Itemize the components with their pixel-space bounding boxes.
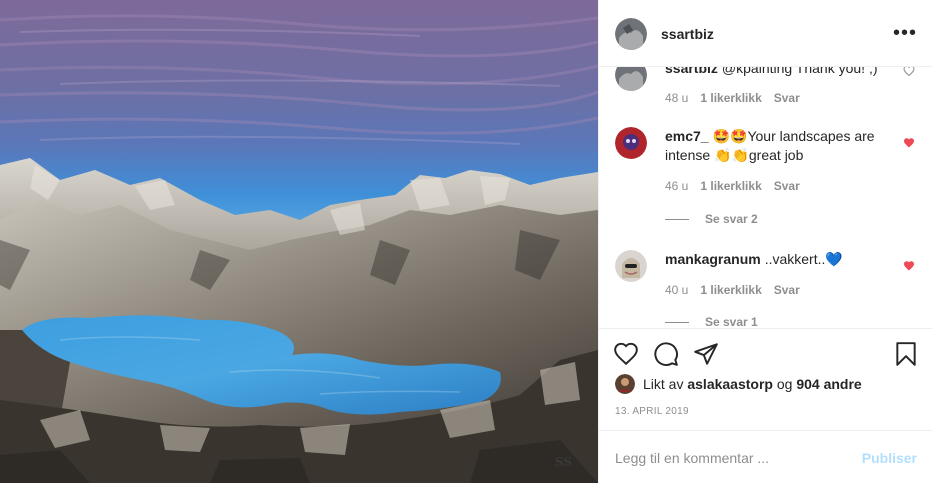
bookmark-icon[interactable] <box>893 341 919 367</box>
commenter-avatar[interactable] <box>615 250 647 282</box>
heart-icon[interactable] <box>903 66 915 77</box>
comment-likes[interactable]: 1 likerklikk <box>700 179 761 193</box>
owner-avatar[interactable] <box>615 18 647 50</box>
liked-heart-icon[interactable] <box>903 260 915 272</box>
reply-button[interactable]: Svar <box>774 91 800 105</box>
comment-time: 40 u <box>665 283 689 297</box>
commenter-avatar-image <box>615 127 647 159</box>
action-bar <box>599 328 932 380</box>
commenter-avatar-image <box>615 250 647 282</box>
heart-icon[interactable] <box>613 341 639 367</box>
liked-heart-icon[interactable] <box>903 137 915 149</box>
comment-time: 46 u <box>665 179 689 193</box>
reply-button[interactable]: Svar <box>774 283 800 297</box>
owner-username[interactable]: ssartbiz <box>661 26 714 42</box>
comment-icon[interactable] <box>653 341 679 367</box>
more-options-icon[interactable]: ••• <box>893 23 917 43</box>
comment-content: ..vakkert..💙 <box>764 251 843 267</box>
publish-button[interactable]: Publiser <box>862 450 917 466</box>
comment-username[interactable]: mankagranum <box>665 251 761 267</box>
comment-likes[interactable]: 1 likerklikk <box>700 283 761 297</box>
commenter-avatar-image <box>615 67 647 91</box>
comment-meta: 40 u 1 likerklikk Svar <box>665 283 812 297</box>
comment-meta: 46 u 1 likerklikk Svar <box>665 179 812 193</box>
comment-time: 48 u <box>665 91 689 105</box>
likes-others-count[interactable]: 904 andre <box>796 376 861 392</box>
liker-avatar[interactable] <box>615 374 635 394</box>
comment-content: @kpainting Thank you! ;) <box>721 66 878 76</box>
comment-text: emc7_ 🤩🤩Your landscapes are intense 👏👏gre… <box>665 127 885 165</box>
reply-button[interactable]: Svar <box>774 179 800 193</box>
comment-meta: 48 u 1 likerklikk Svar <box>665 91 812 105</box>
liker-avatar-image <box>615 374 635 394</box>
post-header: ssartbiz ••• <box>599 0 932 68</box>
artwork-signature: SS <box>554 455 572 469</box>
owner-avatar-image <box>615 18 647 50</box>
share-icon[interactable] <box>693 341 719 367</box>
add-comment-bar: Legg til en kommentar ... Publiser <box>599 430 932 483</box>
post-image[interactable]: SS <box>0 0 598 483</box>
post-date[interactable]: 13. APRIL 2019 <box>615 406 689 417</box>
likes-summary: Likt av aslakaastorp og 904 andre <box>615 374 862 394</box>
instagram-post: SS ssartbiz ••• ssartbiz @kpainting Than… <box>0 0 932 483</box>
post-side-panel: ssartbiz ••• ssartbiz @kpainting Thank yo… <box>598 0 932 483</box>
view-replies-label: Se svar 2 <box>705 212 758 226</box>
comment-text: mankagranum ..vakkert..💙 <box>665 250 885 269</box>
replies-divider <box>665 321 689 323</box>
comments-list[interactable]: ssartbiz @kpainting Thank you! ;) 48 u 1 l… <box>599 66 932 328</box>
comment-input[interactable]: Legg til en kommentar ... <box>615 450 769 466</box>
view-replies-label: Se svar 1 <box>705 315 758 328</box>
likes-joiner: og <box>776 376 793 392</box>
comment-likes[interactable]: 1 likerklikk <box>700 91 761 105</box>
replies-divider <box>665 218 689 220</box>
landscape-painting <box>0 0 598 483</box>
view-replies-button[interactable]: Se svar 1 <box>665 315 758 328</box>
likes-prefix: Likt av <box>643 376 684 392</box>
view-replies-button[interactable]: Se svar 2 <box>665 212 758 226</box>
liker-username[interactable]: aslakaastorp <box>687 376 773 392</box>
comment-username[interactable]: emc7_ <box>665 128 709 144</box>
comment-text: ssartbiz @kpainting Thank you! ;) <box>665 66 885 78</box>
commenter-avatar[interactable] <box>615 127 647 159</box>
commenter-avatar[interactable] <box>615 67 647 91</box>
comment-username[interactable]: ssartbiz <box>665 67 718 76</box>
